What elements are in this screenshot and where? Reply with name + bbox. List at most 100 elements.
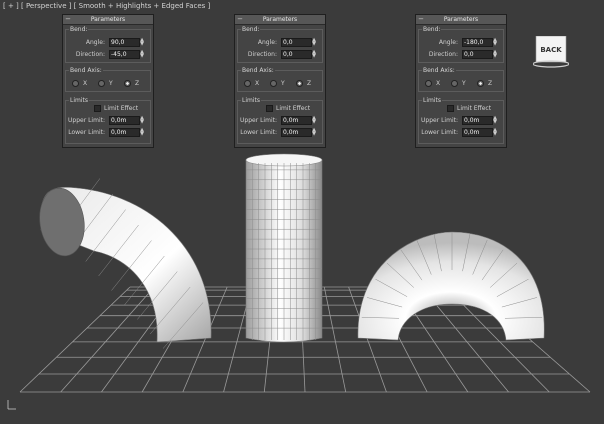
axis-label: X (255, 80, 260, 87)
lower-limit-field[interactable]: 0,0m (462, 128, 493, 137)
angle-spinner-icon[interactable]: ▲ ▼ (139, 38, 145, 47)
angle-label: Angle: (257, 39, 277, 46)
bend-group: Bend: Angle: -180,0 ▲ ▼ Direction: 0,0 ▲ ▼ (418, 26, 504, 63)
collapse-icon[interactable]: − (418, 15, 424, 24)
direction-field[interactable]: 0,0 (462, 50, 493, 59)
angle-row: Angle: 90,0 ▲ ▼ (66, 38, 150, 47)
axis-label: Z (488, 80, 493, 87)
lower-limit-spinner-icon[interactable]: ▲ ▼ (492, 128, 498, 137)
upper-limit-label: Upper Limit: (240, 117, 277, 124)
straight-cylinder[interactable] (245, 153, 323, 343)
direction-row: Direction: 0,0 ▲ ▼ (238, 50, 322, 59)
radio-icon (425, 80, 432, 87)
limits-group: Limits Limit Effect Upper Limit: 0,0m ▲ ▼… (418, 97, 504, 144)
lower-limit-label: Lower Limit: (240, 129, 277, 136)
axis-label: Z (135, 80, 140, 87)
direction-field[interactable]: -45,0 (109, 50, 140, 59)
limit-effect-checkbox[interactable]: Limit Effect (447, 105, 491, 112)
bent-cylinder-180[interactable] (357, 231, 545, 341)
bend-axis-group: Bend Axis: X Y Z (65, 67, 151, 92)
axis-label: X (436, 80, 441, 87)
collapse-icon[interactable]: − (65, 15, 71, 24)
axis-radio-z[interactable]: Z (124, 80, 139, 88)
limit-effect-checkbox[interactable]: Limit Effect (94, 105, 138, 112)
lower-limit-label: Lower Limit: (421, 129, 458, 136)
upper-limit-field[interactable]: 0,0m (281, 116, 312, 125)
rollout-header[interactable]: − Parameters (63, 15, 153, 25)
checkbox-icon (266, 105, 273, 112)
group-label: Limits (69, 97, 89, 104)
upper-limit-spinner-icon[interactable]: ▲ ▼ (139, 116, 145, 125)
direction-field[interactable]: 0,0 (281, 50, 312, 59)
direction-spinner-icon[interactable]: ▲ ▼ (139, 50, 145, 59)
bent-cylinder-90[interactable] (35, 178, 212, 349)
limits-group: Limits Limit Effect Upper Limit: 0,0m ▲ ▼… (65, 97, 151, 144)
lower-limit-row: Lower Limit: 0,0m ▲ ▼ (419, 128, 503, 137)
upper-limit-spinner-icon[interactable]: ▲ ▼ (311, 116, 317, 125)
viewcube-face-back[interactable]: BACK (533, 36, 569, 64)
world-axis-tripod (7, 400, 16, 410)
viewport-label-menu[interactable]: [ + ] [ Perspective ] [ Smooth + Highlig… (3, 2, 210, 10)
limit-effect-checkbox[interactable]: Limit Effect (266, 105, 310, 112)
bend-axis-group: Bend Axis: X Y Z (418, 67, 504, 92)
upper-limit-spinner-icon[interactable]: ▲ ▼ (492, 116, 498, 125)
lower-limit-field[interactable]: 0,0m (281, 128, 312, 137)
lower-limit-row: Lower Limit: 0,0m ▲ ▼ (238, 128, 322, 137)
axis-radio-x[interactable]: X (425, 80, 440, 88)
radio-icon (270, 80, 277, 87)
viewcube[interactable]: BACK (532, 35, 570, 68)
upper-limit-label: Upper Limit: (421, 117, 458, 124)
rollout-header[interactable]: − Parameters (416, 15, 506, 25)
group-label: Bend Axis: (422, 67, 456, 74)
axis-radio-x[interactable]: X (72, 80, 87, 88)
upper-limit-field[interactable]: 0,0m (109, 116, 140, 125)
direction-spinner-icon[interactable]: ▲ ▼ (311, 50, 317, 59)
radio-icon (124, 80, 131, 87)
angle-row: Angle: 0,0 ▲ ▼ (238, 38, 322, 47)
upper-limit-row: Upper Limit: 0,0m ▲ ▼ (238, 116, 322, 125)
bend-parameters-panel-2: − Parameters Bend: Angle: 0,0 ▲ ▼ Directi… (234, 14, 326, 148)
group-label: Limits (422, 97, 442, 104)
direction-spinner-icon[interactable]: ▲ ▼ (492, 50, 498, 59)
radio-icon (244, 80, 251, 87)
limit-effect-label: Limit Effect (457, 105, 492, 112)
axis-radio-y[interactable]: Y (451, 80, 466, 88)
angle-spinner-icon[interactable]: ▲ ▼ (311, 38, 317, 47)
bend-group: Bend: Angle: 90,0 ▲ ▼ Direction: -45,0 ▲ ▼ (65, 26, 151, 63)
angle-spinner-icon[interactable]: ▲ ▼ (492, 38, 498, 47)
lower-limit-row: Lower Limit: 0,0m ▲ ▼ (66, 128, 150, 137)
axis-radio-z[interactable]: Z (477, 80, 492, 88)
angle-row: Angle: -180,0 ▲ ▼ (419, 38, 503, 47)
perspective-viewport[interactable]: [ + ] [ Perspective ] [ Smooth + Highlig… (0, 0, 604, 420)
lower-limit-label: Lower Limit: (68, 129, 105, 136)
axis-radio-y[interactable]: Y (98, 80, 113, 88)
checkbox-icon (447, 105, 454, 112)
lower-limit-spinner-icon[interactable]: ▲ ▼ (139, 128, 145, 137)
rollout-title: Parameters (262, 16, 298, 23)
angle-field[interactable]: -180,0 (462, 38, 493, 47)
bend-parameters-panel-1: − Parameters Bend: Angle: 90,0 ▲ ▼ Direct… (62, 14, 154, 148)
group-label: Bend: (241, 26, 261, 33)
direction-label: Direction: (247, 51, 277, 58)
upper-limit-field[interactable]: 0,0m (462, 116, 493, 125)
axis-radio-z[interactable]: Z (296, 80, 311, 88)
bend-axis-group: Bend Axis: X Y Z (237, 67, 323, 92)
lower-limit-field[interactable]: 0,0m (109, 128, 140, 137)
direction-row: Direction: 0,0 ▲ ▼ (419, 50, 503, 59)
limit-effect-label: Limit Effect (276, 105, 311, 112)
checkbox-icon (94, 105, 101, 112)
angle-field[interactable]: 90,0 (109, 38, 140, 47)
rollout-header[interactable]: − Parameters (235, 15, 325, 25)
direction-label: Direction: (428, 51, 458, 58)
collapse-icon[interactable]: − (237, 15, 243, 24)
group-label: Bend Axis: (241, 67, 275, 74)
group-label: Limits (241, 97, 261, 104)
direction-label: Direction: (75, 51, 105, 58)
axis-radio-y[interactable]: Y (270, 80, 285, 88)
angle-field[interactable]: 0,0 (281, 38, 312, 47)
axis-radio-x[interactable]: X (244, 80, 259, 88)
axis-label: X (83, 80, 88, 87)
axis-label: Y (281, 80, 285, 87)
lower-limit-spinner-icon[interactable]: ▲ ▼ (311, 128, 317, 137)
upper-limit-label: Upper Limit: (68, 117, 105, 124)
